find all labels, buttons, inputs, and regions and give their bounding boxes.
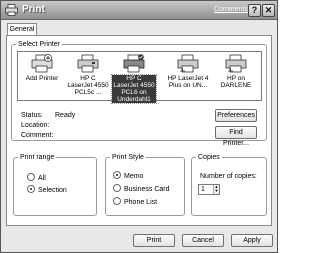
radio-button-icon: [113, 184, 121, 192]
printer-icon: [5, 4, 18, 16]
printer-item-hp-4550-pcl6[interactable]: HP C LaserJet 4550 PCL6 on Underdahl1: [111, 54, 157, 104]
radio-business-card[interactable]: Business Card: [113, 184, 170, 194]
radio-memo[interactable]: Memo: [113, 171, 143, 181]
radio-phone-list-label: Phone List: [124, 199, 158, 206]
radio-business-card-label: Business Card: [124, 186, 170, 193]
radio-phone-list[interactable]: Phone List: [113, 197, 157, 207]
printer-label: HP C LaserJet 4550 PCL6 on Underdahl1: [111, 74, 157, 104]
radio-memo-label: Memo: [124, 173, 144, 180]
printer-icon: [77, 54, 99, 73]
printer-item-hp-on-darlene[interactable]: HP on DARLENE: [214, 54, 258, 89]
radio-all-label: All: [38, 175, 46, 182]
spin-arrows-icon[interactable]: ▲ ▼: [213, 185, 219, 194]
comment-label: Comment:: [21, 132, 54, 139]
print-style-legend: Print Style: [112, 154, 144, 161]
printer-item-hp-laserjet-4-plus[interactable]: HP LaserJet 4 Plus on UN...: [166, 54, 210, 89]
network-printer-icon: [123, 54, 145, 73]
title-bar[interactable]: Print Comments! ? ✕: [1, 1, 277, 20]
radio-button-icon: [27, 173, 35, 181]
radio-selection-label: Selection: [38, 187, 67, 194]
printer-item-add-printer[interactable]: Add Printer: [20, 54, 64, 82]
printer-list[interactable]: Add Printer HP C LaserJet 4550 PCL5c ...…: [17, 51, 262, 104]
printer-item-hp-4550-pcl5c[interactable]: HP C LaserJet 4550 PCL5c ...: [66, 54, 110, 96]
copies-legend: Copies: [198, 154, 220, 161]
status-value: Ready: [55, 112, 76, 119]
copies-value: 1: [201, 186, 205, 193]
add-printer-icon: [31, 54, 53, 73]
close-button[interactable]: ✕: [262, 4, 275, 17]
cancel-button[interactable]: Cancel: [182, 234, 224, 247]
status-label: Status:: [21, 112, 43, 119]
radio-button-icon: [27, 185, 35, 193]
window-title: Print: [22, 4, 45, 15]
select-printer-legend: Select Printer: [18, 41, 61, 48]
help-button[interactable]: ?: [248, 4, 261, 17]
printer-label: HP C LaserJet 4550 PCL5c ...: [67, 75, 109, 96]
printer-label: Add Printer: [25, 75, 59, 82]
print-button[interactable]: Print: [133, 234, 175, 247]
find-printer-button[interactable]: Find Printer...: [215, 126, 257, 147]
apply-button[interactable]: Apply: [231, 234, 273, 247]
network-printer-icon: [177, 54, 199, 73]
number-of-copies-label: Number of copies:: [200, 173, 257, 180]
radio-button-icon: [113, 197, 121, 205]
network-printer-icon: [225, 54, 247, 73]
radio-selection[interactable]: Selection: [27, 185, 67, 195]
comments-link[interactable]: Comments!: [214, 6, 250, 13]
location-label: Location:: [21, 122, 50, 129]
radio-all[interactable]: All: [27, 173, 46, 183]
print-range-legend: Print range: [20, 154, 55, 161]
print-dialog: Print Comments! ? ✕ General Select Print…: [0, 0, 278, 253]
preferences-button[interactable]: Preferences: [215, 109, 257, 122]
copies-stepper[interactable]: 1 ▲ ▼: [198, 184, 220, 195]
printer-label: HP LaserJet 4 Plus on UN...: [167, 75, 209, 89]
radio-button-icon: [113, 171, 121, 179]
printer-label: HP on DARLENE: [220, 75, 252, 89]
